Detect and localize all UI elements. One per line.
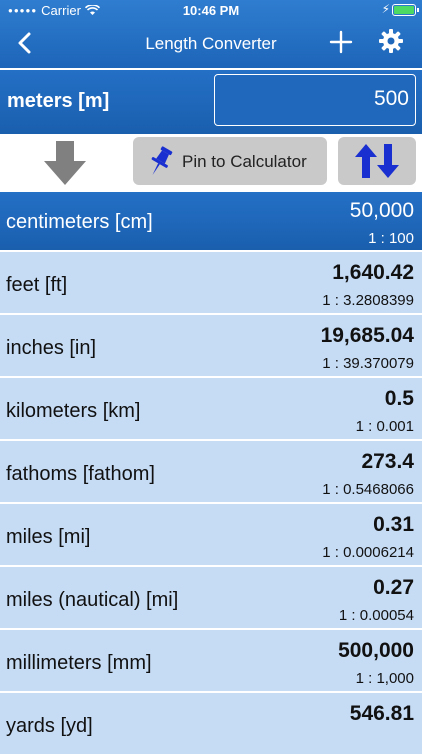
list-item[interactable]: fathoms [fathom] 273.4 1 : 0.5468066	[0, 441, 422, 504]
gear-icon[interactable]	[378, 28, 404, 54]
unit-ratio: 1 : 100	[368, 230, 414, 247]
unit-ratio: 1 : 1,000	[355, 670, 414, 687]
page-title: Length Converter	[145, 34, 277, 53]
unit-name: millimeters [mm]	[6, 652, 152, 674]
list-item[interactable]: miles (nautical) [mi] 0.27 1 : 0.00054	[0, 567, 422, 630]
unit-name: yards [yd]	[6, 715, 93, 737]
unit-name: miles (nautical) [mi]	[6, 589, 179, 611]
plus-icon[interactable]	[328, 29, 354, 55]
arrow-down-icon	[44, 141, 86, 185]
battery-icon	[392, 4, 419, 16]
unit-value: 500,000	[338, 639, 414, 662]
unit-value: 19,685.04	[320, 324, 414, 347]
pin-to-calculator-button[interactable]: Pin to Calculator	[133, 137, 327, 185]
unit-value: 546.81	[349, 702, 414, 725]
top-bar: ●●●●● Carrier 10:46 PM ⚡ Length Converte…	[0, 0, 422, 68]
swap-icon	[355, 144, 399, 178]
unit-value: 0.27	[373, 576, 414, 599]
unit-ratio: 1 : 0.5468066	[322, 481, 414, 498]
status-time: 10:46 PM	[182, 3, 240, 18]
unit-ratio: 1 : 3.2808399	[322, 292, 414, 309]
list-item[interactable]: miles [mi] 0.31 1 : 0.0006214	[0, 504, 422, 567]
unit-value: 273.4	[361, 450, 414, 473]
unit-ratio: 1 : 0.0006214	[322, 544, 414, 561]
unit-ratio: 1 : 0.00054	[338, 607, 414, 624]
conversion-list: centimeters [cm] 50,000 1 : 100 feet [ft…	[0, 192, 422, 756]
charging-icon: ⚡	[381, 2, 390, 16]
unit-ratio: 1 : 39.370079	[322, 355, 414, 372]
unit-name: feet [ft]	[6, 274, 68, 296]
value-input[interactable]: 500	[214, 74, 416, 126]
list-item[interactable]: inches [in] 19,685.04 1 : 39.370079	[0, 315, 422, 378]
toolbar: Pin to Calculator	[0, 134, 422, 192]
unit-ratio: 1 : 0.001	[355, 418, 414, 435]
status-bar: ●●●●● Carrier 10:46 PM ⚡	[0, 0, 422, 22]
list-item[interactable]: centimeters [cm] 50,000 1 : 100	[0, 192, 422, 252]
unit-name: fathoms [fathom]	[6, 463, 155, 485]
input-unit-label[interactable]: meters [m]	[7, 90, 109, 113]
list-item[interactable]: kilometers [km] 0.5 1 : 0.001	[0, 378, 422, 441]
pin-button-label: Pin to Calculator	[182, 152, 307, 171]
pin-icon	[151, 146, 173, 175]
unit-name: inches [in]	[6, 337, 97, 359]
unit-name: miles [mi]	[6, 526, 91, 548]
input-row: meters [m] 500	[0, 68, 422, 134]
list-item[interactable]: millimeters [mm] 500,000 1 : 1,000	[0, 630, 422, 693]
unit-value: 50,000	[349, 199, 414, 222]
swap-units-button[interactable]	[338, 137, 416, 185]
unit-value: 0.5	[384, 387, 414, 410]
list-item[interactable]: yards [yd] 546.81	[0, 693, 422, 756]
unit-name: centimeters [cm]	[6, 211, 153, 233]
list-item[interactable]: feet [ft] 1,640.42 1 : 3.2808399	[0, 252, 422, 315]
unit-value: 0.31	[373, 513, 414, 536]
navigation-bar: Length Converter	[0, 24, 422, 64]
unit-name: kilometers [km]	[6, 400, 141, 422]
unit-value: 1,640.42	[332, 261, 414, 284]
